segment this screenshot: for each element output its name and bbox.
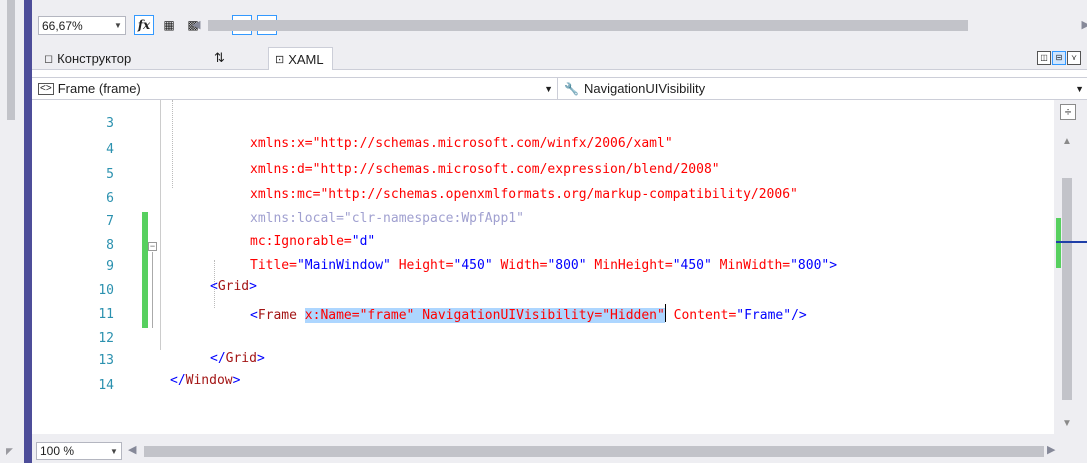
code-line: 8 Title="MainWindow" Height="450" Width=… (32, 216, 1054, 273)
code-line: 3 xmlns:x="http://schemas.microsoft.com/… (32, 100, 1054, 151)
editor-vscroll-thumb[interactable] (1062, 178, 1072, 400)
view-tabs: ◻ Конструктор ⇅ ⊡ XAML ◫ ⊟ ⋎ (32, 47, 1087, 70)
line-number: 14 (98, 378, 114, 393)
scroll-right-icon[interactable]: ▶ (1047, 443, 1055, 456)
editor-vscrollbar[interactable]: ÷ ▲ ▼ (1054, 100, 1087, 434)
fx-icon[interactable]: fx (134, 15, 154, 35)
code-line: 4 xmlns:d="http://schemas.microsoft.com/… (32, 120, 1054, 177)
scroll-left-icon[interactable]: ◀ (192, 18, 200, 31)
swap-panes-button[interactable]: ⇅ (214, 47, 225, 69)
chevron-down-icon[interactable]: ▼ (1075, 84, 1084, 94)
code-line: 6 xmlns:local="clr-namespace:WpfApp1" (32, 169, 1054, 226)
horizontal-split-icon[interactable]: ⊟ (1052, 51, 1066, 65)
code-line: 7 mc:Ignorable="d" (32, 192, 1054, 249)
designer-zoom-value: 66,67% (42, 18, 83, 33)
scroll-up-icon[interactable]: ▲ (1062, 136, 1072, 147)
element-icon: <> (38, 82, 54, 95)
element-selector-value: Frame (frame) (57, 81, 141, 96)
tab-xaml-label: XAML (288, 51, 324, 67)
xaml-icon: ⊡ (275, 53, 285, 66)
editor-hscroll-thumb[interactable] (144, 446, 1044, 457)
vertical-split-icon[interactable]: ◫ (1037, 51, 1051, 65)
code-line: 13 </Window> (32, 331, 1054, 388)
outer-scrollbar[interactable]: ◤ (0, 0, 24, 463)
window-accent-border (24, 0, 32, 463)
element-selector[interactable]: <> Frame (frame) ▼ (32, 78, 558, 99)
outer-scroll-thumb[interactable] (7, 0, 15, 120)
scroll-caret-marker (1056, 241, 1087, 243)
scroll-left-icon[interactable]: ◀ (128, 443, 136, 456)
xaml-code-editor[interactable]: − 3 xmlns:x="http://schemas.microsoft.co… (32, 100, 1054, 434)
designer-zoom-select[interactable]: 66,67% ▼ (38, 16, 126, 35)
swap-panes-icon: ⇅ (214, 50, 225, 65)
designer-toolbar: 66,67% ▼ fx ▦ ▩ ▧ ✥ ▣ ◀ ▶ (32, 0, 1087, 47)
member-selector[interactable]: 🔧 NavigationUIVisibility ▼ (564, 78, 1084, 99)
outer-scroll-arrow-icon[interactable]: ◤ (6, 446, 13, 457)
designer-hscrollbar[interactable]: ◀ ▶ (190, 18, 1087, 33)
chevron-down-icon[interactable]: ▼ (544, 84, 553, 94)
code-line: 14 (32, 356, 1054, 393)
scroll-down-icon[interactable]: ▼ (1062, 418, 1072, 429)
editor-zoom-value: 100 % (40, 444, 75, 458)
scroll-right-icon[interactable]: ▶ (1082, 18, 1087, 31)
tab-xaml[interactable]: ⊡ XAML (268, 47, 333, 70)
scroll-change-marker (1056, 218, 1061, 268)
designer-hscroll-thumb[interactable] (208, 20, 968, 31)
pane-layout-buttons: ◫ ⊟ ⋎ (1037, 51, 1081, 65)
designer-icon: ◻ (44, 52, 54, 65)
code-line: 10 <Frame x:Name="frame" NavigationUIVis… (32, 261, 1054, 323)
split-editor-icon[interactable]: ÷ (1060, 104, 1076, 120)
code-line: 5 xmlns:mc="http://schemas.openxmlformat… (32, 145, 1054, 202)
tab-designer-label: Конструктор (57, 50, 132, 66)
collapse-pane-icon[interactable]: ⋎ (1067, 51, 1081, 65)
wrench-icon: 🔧 (564, 81, 579, 96)
member-selector-value: NavigationUIVisibility (583, 81, 706, 96)
chevron-down-icon[interactable]: ▼ (107, 447, 121, 456)
code-line: 9 <Grid> (32, 237, 1054, 294)
tab-designer[interactable]: ◻ Конструктор (44, 47, 131, 69)
navigation-bar: <> Frame (frame) ▼ 🔧 NavigationUIVisibil… (32, 77, 1087, 100)
grid-icon[interactable]: ▦ (159, 15, 179, 35)
editor-bottom-bar: 100 % ▼ ◀ ▶ (32, 434, 1087, 463)
chevron-down-icon[interactable]: ▼ (111, 21, 125, 30)
editor-zoom-select[interactable]: 100 % ▼ (36, 442, 122, 460)
code-line: 12 </Grid> (32, 309, 1054, 366)
code-line: 11 (32, 285, 1054, 322)
